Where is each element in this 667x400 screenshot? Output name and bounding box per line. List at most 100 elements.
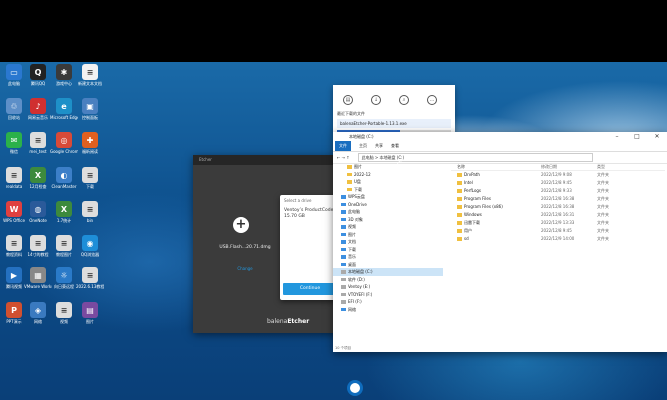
table-row[interactable]: Program Files 2022/12/8 16:38 文件夹 xyxy=(451,195,665,203)
ribbon-tab[interactable]: 文件 xyxy=(335,141,351,151)
table-row[interactable]: Intel 2022/12/8 9:45 文件夹 xyxy=(451,179,665,187)
desktop-icon[interactable]: ≡ 新建文本文档 xyxy=(76,64,104,86)
table-row[interactable]: DrvPath 2022/12/9 9:08 文件夹 xyxy=(451,171,665,179)
file-name: Windows xyxy=(464,212,482,217)
desktop-icon[interactable]: X 12月检查 xyxy=(24,167,52,189)
desktop-icon[interactable]: ◐ CleanMaster xyxy=(50,167,78,189)
desktop-icon-image: ≡ xyxy=(56,302,72,318)
desktop-icon[interactable]: ≡ 2022.6.13教程 xyxy=(76,267,104,289)
drive-item[interactable]: Ventoy’s ProductCode 15.70 GB xyxy=(280,206,340,222)
desktop-icon[interactable]: ✱ 游戏中心 xyxy=(50,64,78,86)
date-cell: 2022/12/8 16:38 xyxy=(541,196,575,201)
desktop-icon[interactable]: ◎ Google Chrome xyxy=(50,132,78,154)
desktop-icon-image: ▦ xyxy=(30,267,46,283)
black-letterbox xyxy=(0,0,667,62)
nav-item[interactable]: 网络 xyxy=(333,306,443,314)
folder-icon xyxy=(341,277,346,282)
desktop-icon-image: P xyxy=(6,302,22,318)
date-cell: 2022/12/9 13:33 xyxy=(541,220,575,225)
ribbon-tab[interactable]: 主页 xyxy=(359,141,367,151)
nav-item[interactable]: 视频 xyxy=(333,223,443,231)
nav-item[interactable]: 3D 对象 xyxy=(333,216,443,224)
nav-item[interactable]: 此电脑 xyxy=(333,208,443,216)
nav-item[interactable]: WPS云盘 xyxy=(333,193,443,201)
desktop-icon[interactable]: ≡ 教程图片 xyxy=(50,235,78,257)
ribbon-tab[interactable]: 查看 xyxy=(391,141,399,151)
file-name-cell: PerfLogs xyxy=(451,187,541,195)
nav-item[interactable]: EFI (F:) xyxy=(333,298,443,306)
table-row[interactable]: sd 2022/12/9 14:00 文件夹 xyxy=(451,235,665,243)
desktop-icon[interactable]: ✚ 福昕阅读 xyxy=(76,132,104,154)
folder-icon xyxy=(347,172,352,177)
folder-icon xyxy=(457,173,462,177)
search-icon[interactable]: ⌕ xyxy=(399,95,409,105)
nav-item[interactable]: 下载 xyxy=(333,246,443,254)
change-link[interactable]: Change xyxy=(215,266,275,271)
table-row[interactable]: 用户 2022/12/8 9:45 文件夹 xyxy=(451,227,665,235)
table-row[interactable]: 迅雷下载 2022/12/9 13:33 文件夹 xyxy=(451,219,665,227)
file-name-cell: Program Files xyxy=(451,195,541,203)
nav-item[interactable]: 2022-12 xyxy=(333,171,443,179)
desktop-icon[interactable]: ▦VMware Workstation xyxy=(24,267,52,289)
nav-item[interactable]: 软件 (D:) xyxy=(333,276,443,284)
desktop-icon-label: 腾讯QQ xyxy=(30,81,46,86)
nav-item[interactable]: 下载 xyxy=(333,186,443,194)
desktop-icon[interactable]: ☼ 向日葵远程 xyxy=(50,267,78,289)
nav-item[interactable]: 图片 xyxy=(333,163,443,171)
download-item[interactable]: balenaEtcher-Portable-1.13.1.exe xyxy=(337,119,451,128)
nav-item[interactable]: 文档 xyxy=(333,238,443,246)
folder-icon xyxy=(341,225,346,229)
minimize-icon[interactable]: – xyxy=(607,132,627,141)
nav-item[interactable]: OneDrive xyxy=(333,201,443,209)
desktop-icon[interactable]: Q 腾讯QQ xyxy=(24,64,52,86)
desktop-icon[interactable]: ≡ 视频 xyxy=(50,302,78,324)
desktop-icon[interactable]: ▣ 控制面板 xyxy=(76,98,104,120)
folder-icon[interactable]: ▤ xyxy=(343,95,353,105)
desktop-icon[interactable]: ≡ 14寸的教程 xyxy=(24,235,52,257)
nav-item-label: 此电脑 xyxy=(348,209,360,214)
download-icon[interactable]: ↓ xyxy=(371,95,381,105)
address-bar[interactable]: 此电脑 > 本地磁盘 (C:) xyxy=(357,153,593,162)
app-taskbar-icon[interactable] xyxy=(347,380,363,396)
desktop-icon[interactable]: ◉ QQ浏览器 xyxy=(76,235,104,257)
folder-icon xyxy=(341,240,346,244)
type-cell: 文件夹 xyxy=(597,228,609,233)
table-row[interactable]: Windows 2022/12/8 16:31 文件夹 xyxy=(451,211,665,219)
desktop-icon[interactable]: ◈ 网络 xyxy=(24,302,52,324)
back-icon[interactable]: ← xyxy=(337,155,340,160)
forward-icon[interactable]: → xyxy=(342,155,345,160)
nav-item[interactable]: U盘 xyxy=(333,178,443,186)
folder-icon xyxy=(341,202,346,207)
column-header[interactable]: 修改日期 xyxy=(541,163,597,170)
date-cell: 2022/12/8 9:45 xyxy=(541,228,572,233)
nav-item[interactable]: 图片 xyxy=(333,231,443,239)
desktop-icon[interactable]: ◍ OneNote xyxy=(24,201,52,223)
up-icon[interactable]: ↑ xyxy=(346,155,349,160)
desktop-icon-image: X xyxy=(56,201,72,217)
desktop-icon-label: 控制面板 xyxy=(82,115,98,120)
close-icon[interactable]: ✕ xyxy=(647,132,667,141)
column-header[interactable]: 名称 xyxy=(451,163,541,170)
more-icon[interactable]: … xyxy=(427,95,437,105)
table-row[interactable]: PerfLogs 2022/12/8 9:33 文件夹 xyxy=(451,187,665,195)
desktop-icon[interactable]: ≡ mei_test xyxy=(24,132,52,154)
nav-item[interactable]: 本地磁盘 (C:) xyxy=(333,268,443,276)
explorer-titlebar[interactable]: 本地磁盘 (C:) – □ ✕ xyxy=(333,132,667,141)
nav-item[interactable]: 桌面 xyxy=(333,261,443,269)
desktop-icon[interactable]: e Microsoft Edge xyxy=(50,98,78,120)
nav-item[interactable]: Ventoy (E:) xyxy=(333,283,443,291)
continue-button[interactable]: Continue xyxy=(283,283,337,295)
nav-item[interactable]: VTOYEFI (F:) xyxy=(333,291,443,299)
file-explorer-window[interactable]: 本地磁盘 (C:) – □ ✕ 文件 主页 共享 查看 ← → ↑ 此电脑 > 本地磁… xyxy=(333,132,667,352)
column-header[interactable]: 类型 xyxy=(597,163,637,170)
table-row[interactable]: Program Files (x86) 2022/12/8 16:38 文件夹 xyxy=(451,203,665,211)
desktop-icon[interactable]: ≡ 下载 xyxy=(76,167,104,189)
desktop-icon[interactable]: ▤ 图片 xyxy=(76,302,104,324)
nav-item[interactable]: 音乐 xyxy=(333,253,443,261)
desktop-icon[interactable]: ≡ bin xyxy=(76,201,104,223)
desktop-icon[interactable]: ♪ 网易云音乐 xyxy=(24,98,52,120)
ribbon-tab[interactable]: 共享 xyxy=(375,141,383,151)
type-cell: 文件夹 xyxy=(597,180,609,185)
maximize-icon[interactable]: □ xyxy=(627,132,647,141)
desktop-icon[interactable]: X 1.7统计 xyxy=(50,201,78,223)
